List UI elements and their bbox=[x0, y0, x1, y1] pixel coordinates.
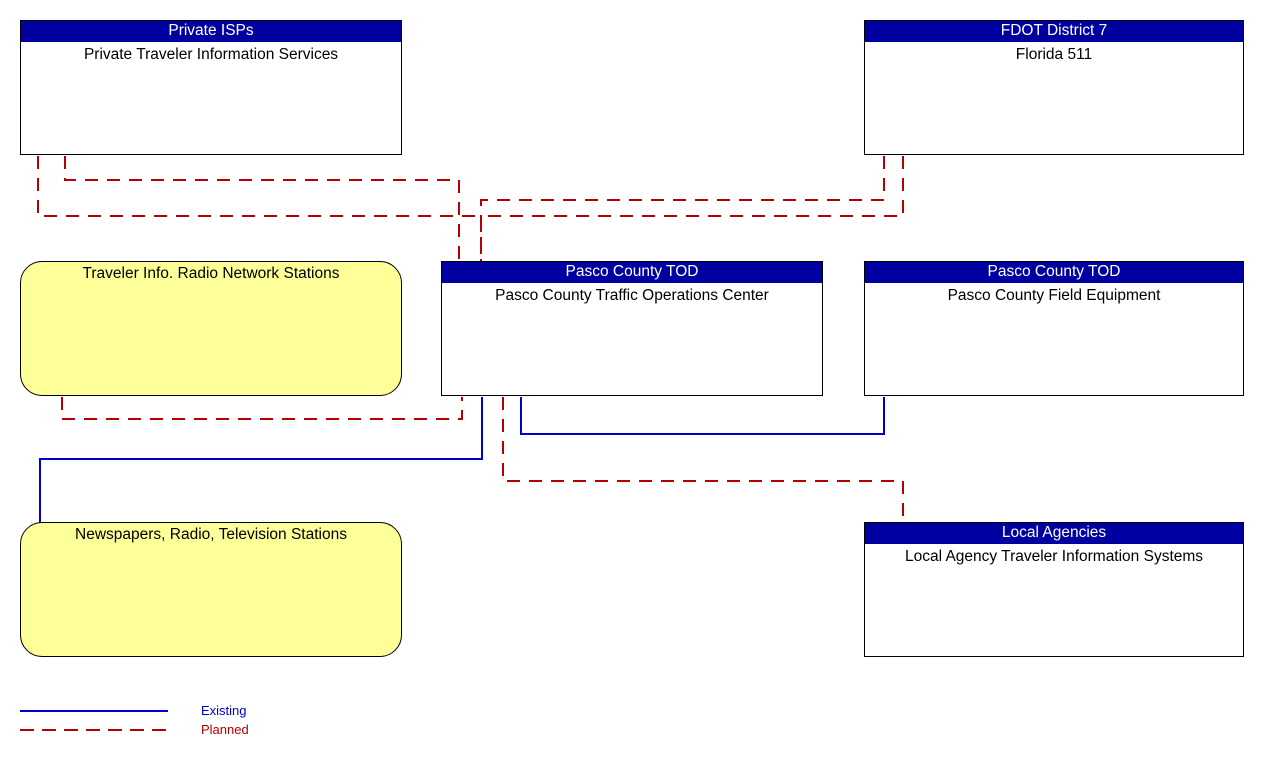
legend-label-planned: Planned bbox=[201, 722, 249, 737]
link-pasco-toc-to-traveler-info-radio bbox=[61, 397, 463, 420]
legend-swatches bbox=[20, 710, 168, 731]
node-florida-511-stakeholder: FDOT District 7 bbox=[865, 21, 1243, 42]
link-pasco-toc-to-private-isps bbox=[64, 156, 460, 262]
node-local-agency-travel-info-name: Local Agency Traveler Information System… bbox=[904, 548, 1204, 565]
node-newspapers-radio-tv[interactable]: Newspapers, Radio, Television Stations bbox=[20, 522, 402, 657]
legend-label-existing: Existing bbox=[201, 703, 247, 718]
link-private-isps-to-pasco-toc bbox=[37, 156, 482, 262]
node-private-isps-stakeholder: Private ISPs bbox=[21, 21, 401, 42]
node-pasco-toc[interactable]: Pasco County TOD Pasco County Traffic Op… bbox=[441, 261, 823, 396]
link-pasco-toc-to-local-agency bbox=[502, 397, 904, 523]
link-pasco-toc-to-florida511 bbox=[481, 156, 904, 217]
node-florida-511[interactable]: FDOT District 7 Florida 511 bbox=[864, 20, 1244, 155]
node-private-isps[interactable]: Private ISPs Private Traveler Informatio… bbox=[20, 20, 402, 155]
node-private-isps-name: Private Traveler Information Services bbox=[83, 46, 339, 63]
node-local-agency-travel-info-stakeholder: Local Agencies bbox=[865, 523, 1243, 544]
node-traveler-info-radio-name: Traveler Info. Radio Network Stations bbox=[82, 265, 340, 282]
node-local-agency-travel-info[interactable]: Local Agencies Local Agency Traveler Inf… bbox=[864, 522, 1244, 657]
link-pasco-toc-to-newspapers bbox=[39, 397, 483, 523]
node-pasco-field-equipment[interactable]: Pasco County TOD Pasco County Field Equi… bbox=[864, 261, 1244, 396]
link-field-equipment-to-pasco-toc bbox=[520, 397, 885, 435]
node-pasco-toc-stakeholder: Pasco County TOD bbox=[442, 262, 822, 283]
node-pasco-field-equipment-stakeholder: Pasco County TOD bbox=[865, 262, 1243, 283]
legend: Existing Planned bbox=[0, 695, 320, 755]
node-pasco-toc-name: Pasco County Traffic Operations Center bbox=[495, 287, 769, 304]
node-newspapers-radio-tv-name: Newspapers, Radio, Television Stations bbox=[75, 526, 347, 543]
node-pasco-field-equipment-name: Pasco County Field Equipment bbox=[947, 287, 1161, 304]
node-florida-511-name: Florida 511 bbox=[1015, 46, 1093, 63]
link-florida511-to-pasco-toc bbox=[480, 156, 885, 262]
node-traveler-info-radio[interactable]: Traveler Info. Radio Network Stations bbox=[20, 261, 402, 396]
